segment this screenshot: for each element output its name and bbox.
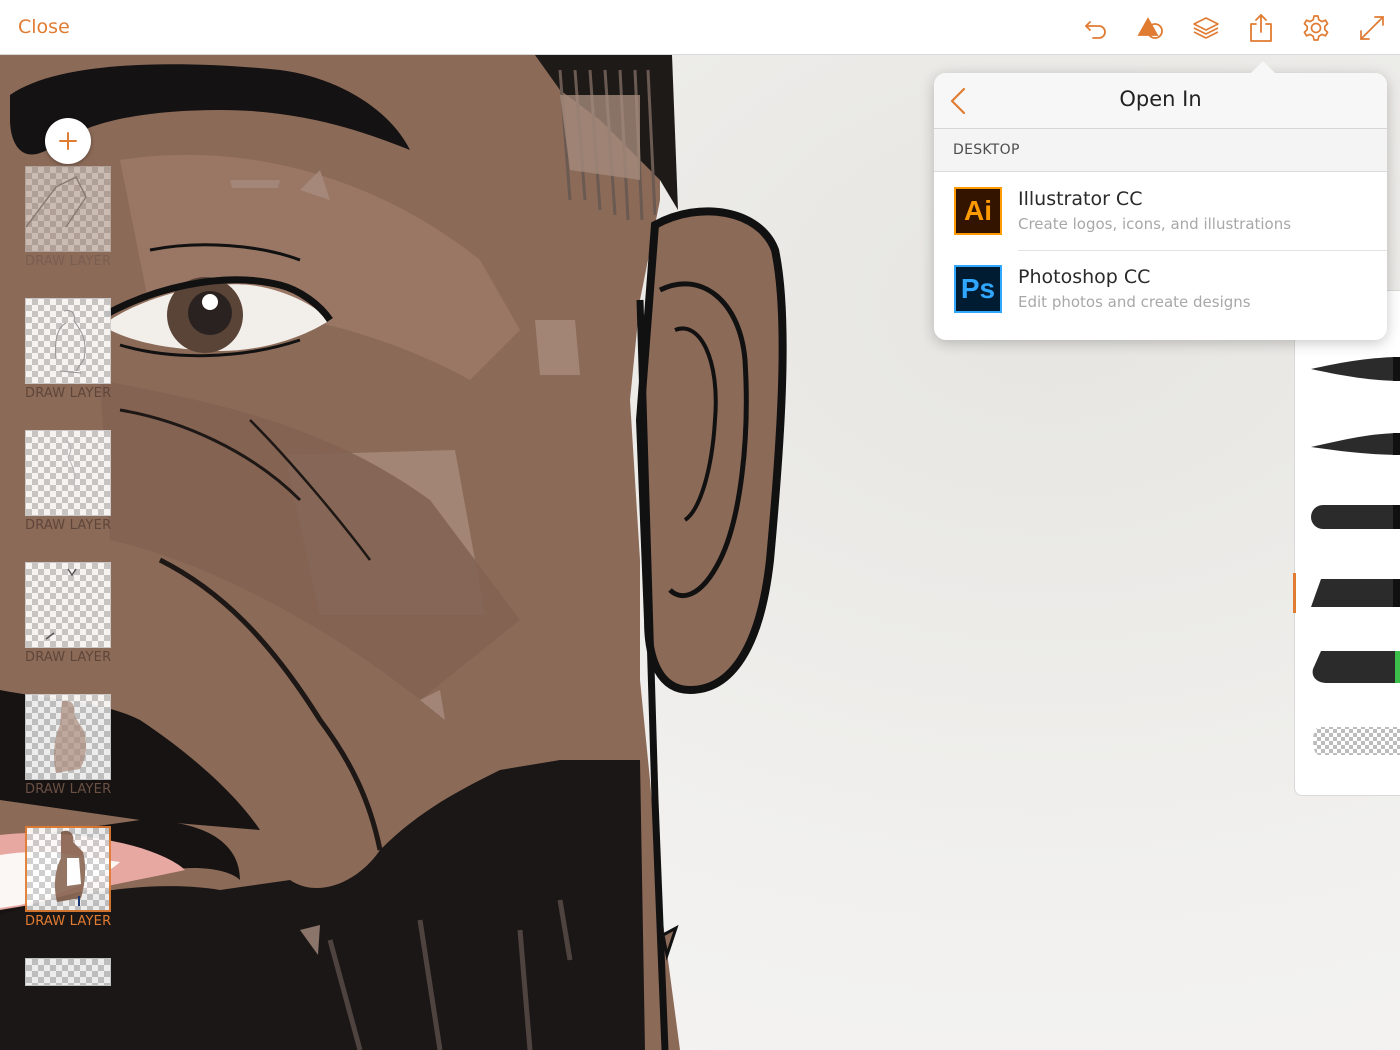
layer-item[interactable] — [25, 958, 111, 986]
plus-icon — [59, 132, 77, 150]
layer-thumbnail — [25, 298, 111, 384]
illustrator-icon: Ai — [954, 187, 1002, 235]
flat-brush[interactable] — [1309, 573, 1400, 613]
layer-thumbnail — [25, 166, 111, 252]
add-layer-button[interactable] — [45, 118, 91, 164]
pen-brush[interactable] — [1309, 349, 1400, 389]
popover-header: Open In — [934, 73, 1387, 129]
divider — [1018, 250, 1387, 251]
layer-thumbnail — [25, 430, 111, 516]
app-description: Create logos, icons, and illustrations — [1018, 215, 1292, 233]
layer-label: DRAW LAYER — [25, 386, 112, 401]
taper-brush[interactable] — [1309, 423, 1400, 463]
brush-panel — [1293, 290, 1400, 796]
layer-thumbnail — [25, 562, 111, 648]
app-item-photoshop[interactable]: Ps Photoshop CC Edit photos and create d… — [934, 250, 1387, 328]
app-name: Photoshop CC — [1018, 266, 1151, 288]
selected-brush-indicator — [1293, 573, 1296, 613]
layer-thumbnail — [25, 826, 111, 912]
layer-item[interactable]: DRAW LAYER — [25, 430, 111, 533]
settings-icon[interactable] — [1299, 11, 1333, 45]
top-toolbar: Close — [0, 0, 1400, 55]
marker-brush[interactable] — [1309, 647, 1400, 687]
share-icon[interactable] — [1244, 11, 1278, 45]
layer-label: DRAW LAYER — [25, 914, 112, 929]
app-name: Illustrator CC — [1018, 188, 1143, 210]
app-item-illustrator[interactable]: Ai Illustrator CC Create logos, icons, a… — [934, 172, 1387, 250]
layers-icon[interactable] — [1189, 11, 1223, 45]
popover-title: Open In — [1119, 87, 1202, 111]
undo-icon[interactable] — [1079, 11, 1113, 45]
shapes-icon[interactable] — [1134, 11, 1168, 45]
layer-item[interactable]: DRAW LAYER — [25, 298, 111, 401]
section-label: DESKTOP — [953, 142, 1020, 158]
layer-label: DRAW LAYER — [25, 518, 112, 533]
popover-arrow — [1250, 61, 1276, 74]
round-brush[interactable] — [1309, 497, 1400, 537]
layer-label: DRAW LAYER — [25, 782, 112, 797]
fullscreen-icon[interactable] — [1355, 11, 1389, 45]
layer-label: DRAW LAYER — [25, 650, 112, 665]
layer-item[interactable]: DRAW LAYER — [25, 694, 111, 797]
eraser-brush[interactable] — [1309, 721, 1400, 761]
layer-label: DRAW LAYER — [25, 254, 112, 269]
layer-item-selected[interactable]: DRAW LAYER — [25, 826, 111, 929]
layer-thumbnail — [25, 694, 111, 780]
app-description: Edit photos and create designs — [1018, 293, 1251, 311]
layer-thumbnail — [25, 958, 111, 986]
section-header: DESKTOP — [934, 129, 1387, 172]
close-button[interactable]: Close — [18, 16, 70, 38]
layer-item[interactable]: DRAW LAYER — [25, 562, 111, 665]
photoshop-icon: Ps — [954, 265, 1002, 313]
open-in-popover: Open In DESKTOP Ai Illustrator CC Create… — [934, 73, 1387, 340]
layer-item[interactable]: DRAW LAYER — [25, 166, 111, 269]
